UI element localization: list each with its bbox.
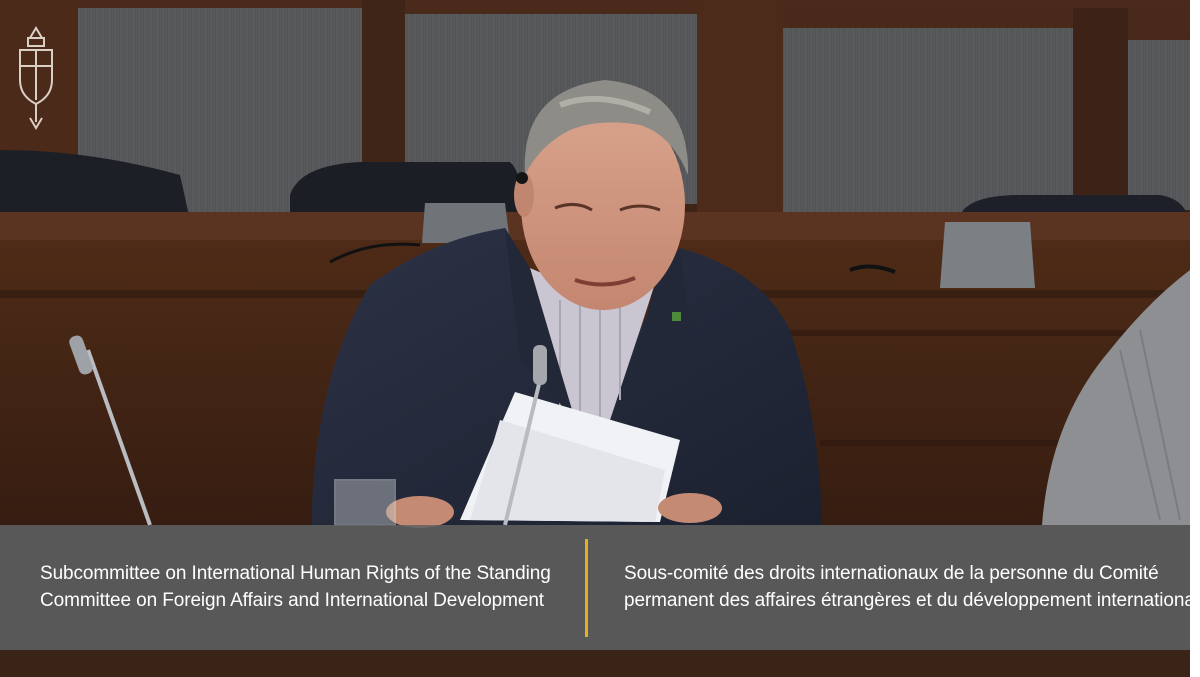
caption-french-line: Sous-comité des droits internationaux de… [624, 563, 1159, 584]
frame-edge [1190, 0, 1200, 677]
caption-divider [585, 539, 588, 637]
caption-english-line: Committee on Foreign Affairs and Interna… [40, 590, 544, 611]
video-frame: Subcommittee on International Human Righ… [0, 0, 1190, 677]
committee-name-english: Subcommittee on International Human Righ… [40, 560, 570, 614]
house-of-commons-crest-icon [19, 26, 53, 130]
caption-french-line: permanent des affaires étrangères et du … [624, 590, 1190, 611]
caption-english-line: Subcommittee on International Human Righ… [40, 563, 551, 584]
committee-name-french: Sous-comité des droits internationaux de… [624, 560, 1190, 614]
committee-caption-bar: Subcommittee on International Human Righ… [0, 525, 1190, 650]
bottom-desk-strip [0, 650, 1190, 677]
